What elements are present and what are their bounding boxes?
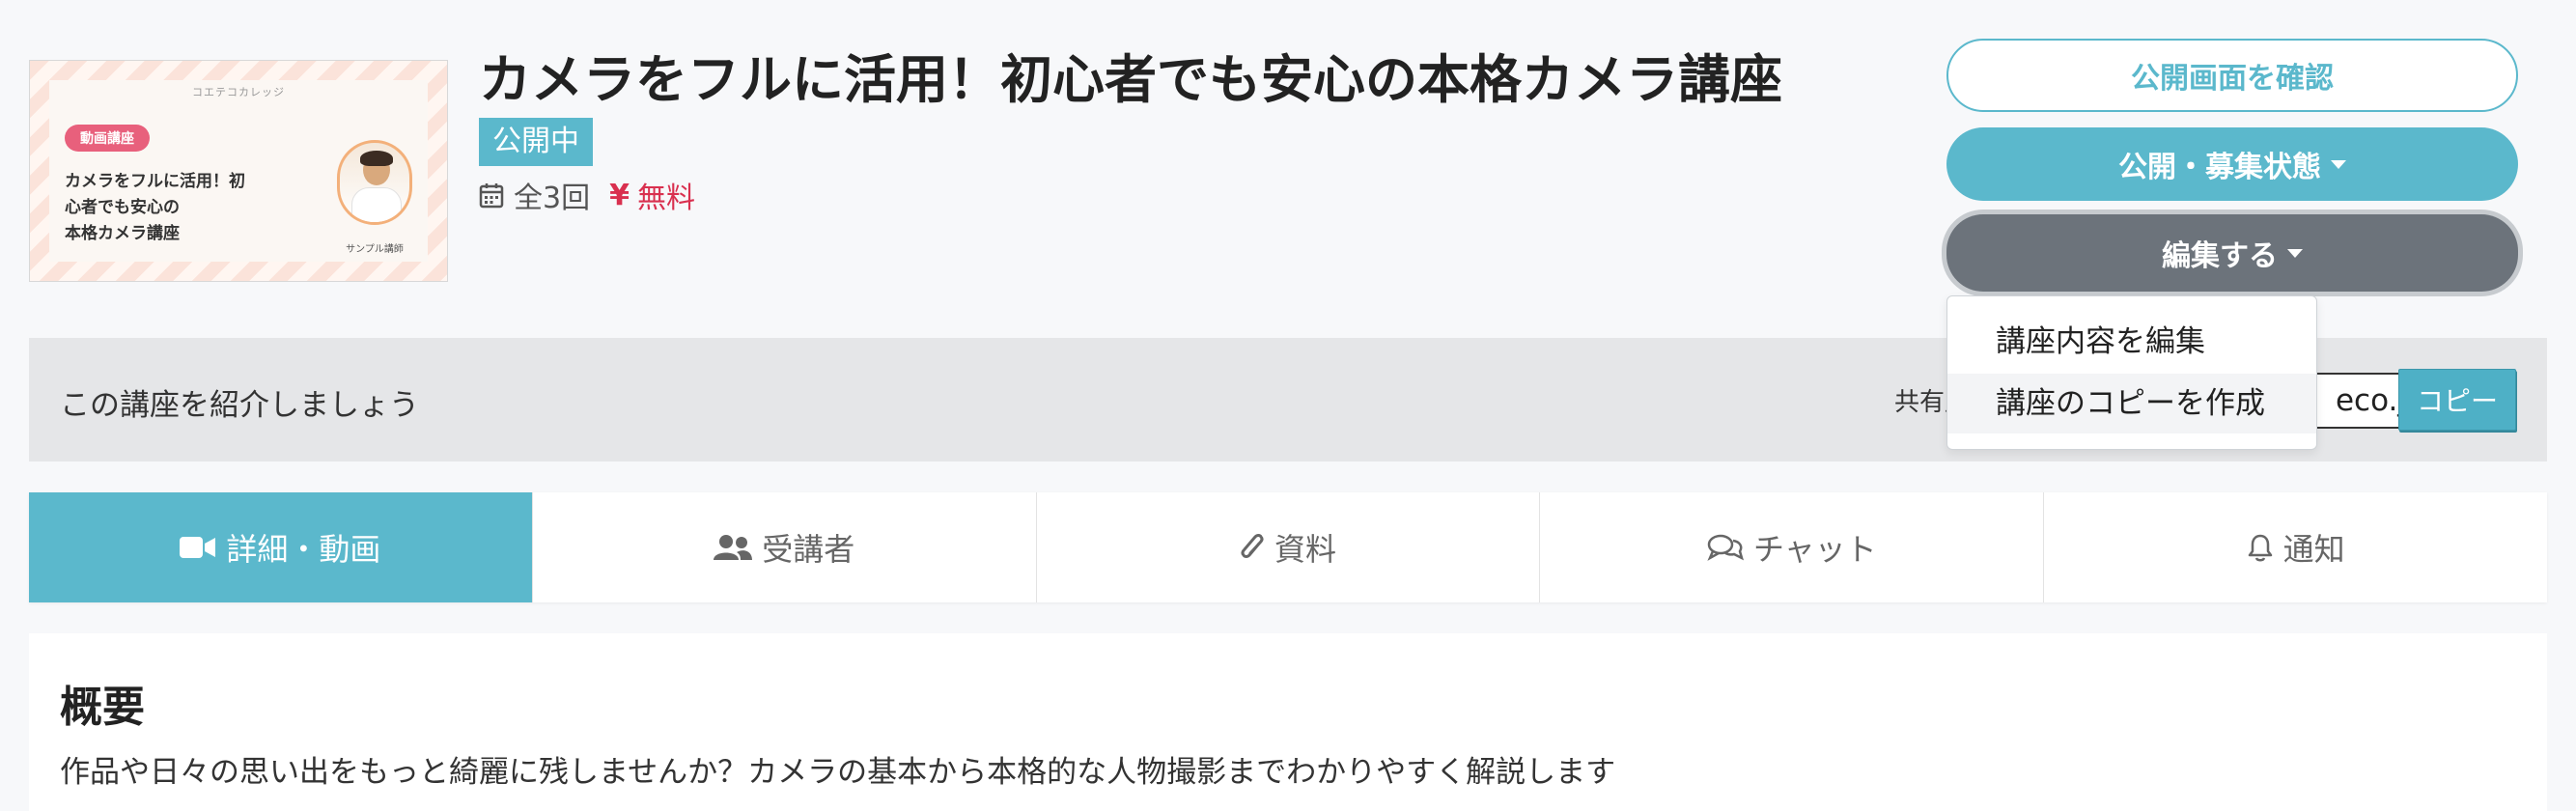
calendar-icon	[479, 183, 504, 209]
session-count: 全3回	[514, 182, 591, 215]
tab-materials[interactable]: 資料	[1037, 492, 1541, 602]
bell-icon	[2247, 533, 2274, 562]
course-thumbnail: コエテコカレッジ 動画講座 カメラをフルに活用！初 心者でも安心の 本格カメラ講…	[29, 60, 448, 282]
overview-heading: 概要	[60, 683, 145, 732]
view-public-page-button[interactable]: 公開画面を確認	[1946, 39, 2518, 112]
yen-icon: ¥	[609, 178, 630, 212]
tab-students[interactable]: 受講者	[533, 492, 1037, 602]
thumbnail-badge: 動画講座	[65, 125, 150, 152]
thumbnail-title: カメラをフルに活用！初 心者でも安心の 本格カメラ講座	[65, 172, 245, 243]
paperclip-icon	[1240, 532, 1265, 563]
price: 無料	[636, 182, 695, 215]
tab-label: 通知	[2282, 531, 2345, 568]
view-public-page-label: 公開画面を確認	[2131, 62, 2334, 96]
copy-button[interactable]: コピー	[2398, 369, 2516, 431]
tab-details-video[interactable]: 詳細・動画	[29, 492, 533, 602]
tab-label: チャット	[1752, 531, 1877, 568]
copy-label: コピー	[2416, 385, 2498, 417]
video-icon	[180, 535, 216, 560]
users-icon	[714, 534, 753, 561]
course-meta: 全3回 ¥ 無料	[479, 174, 695, 216]
overview-description: 作品や日々の思い出をもっと綺麗に残しませんか？カメラの基本から本格的な人物撮影ま…	[60, 755, 1616, 790]
tab-label: 資料	[1274, 531, 1336, 568]
edit-dropdown-button[interactable]: 編集する	[1946, 214, 2518, 292]
tab-label: 受講者	[762, 531, 855, 568]
tab-notifications[interactable]: 通知	[2044, 492, 2547, 602]
edit-label: 編集する	[2162, 239, 2278, 273]
chat-icon	[1707, 533, 1744, 562]
caret-down-icon	[2331, 159, 2346, 169]
instructor-avatar	[337, 140, 412, 225]
tab-chat[interactable]: チャット	[1540, 492, 2045, 602]
overview-section: 概要 作品や日々の思い出をもっと綺麗に残しませんか？カメラの基本から本格的な人物…	[29, 633, 2547, 811]
caret-down-icon	[2287, 248, 2303, 258]
promo-text: この講座を紹介しましょう	[60, 388, 419, 423]
publish-status-dropdown[interactable]: 公開・募集状態	[1946, 127, 2518, 201]
course-tabs: 詳細・動画 受講者 資料 チャット 通知	[29, 492, 2547, 602]
edit-dropdown-menu: 講座内容を編集 講座のコピーを作成	[1946, 295, 2317, 450]
thumbnail-brand: コエテコカレッジ	[192, 86, 285, 98]
page-title: カメラをフルに活用！初心者でも安心の本格カメラ講座	[479, 49, 1782, 110]
thumbnail-caption: サンプル講師	[346, 244, 404, 255]
publish-status-label: 公開・募集状態	[2118, 151, 2321, 184]
status-badge: 公開中	[479, 118, 593, 166]
tab-label: 詳細・動画	[226, 531, 381, 568]
menu-item-copy-course[interactable]: 講座のコピーを作成	[1947, 374, 2316, 433]
menu-item-edit-content[interactable]: 講座内容を編集	[1947, 312, 2316, 372]
